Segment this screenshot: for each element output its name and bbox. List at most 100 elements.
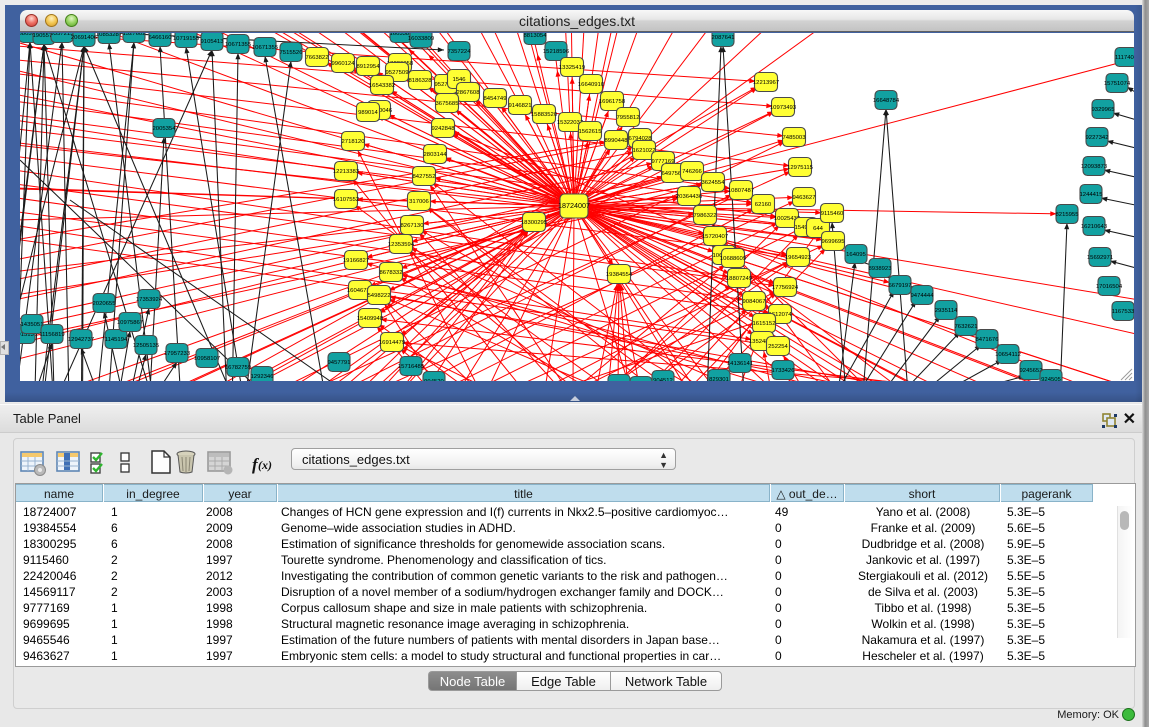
svg-text:1167533: 1167533	[1112, 309, 1134, 315]
svg-text:904512: 904512	[653, 378, 673, 381]
svg-text:7955812: 7955812	[617, 115, 640, 121]
svg-text:18300295: 18300295	[521, 220, 548, 226]
svg-text:2718120: 2718120	[342, 139, 366, 145]
svg-text:12942737: 12942737	[68, 337, 94, 343]
svg-text:1244415: 1244415	[1080, 192, 1104, 198]
svg-text:15883520: 15883520	[531, 112, 558, 118]
svg-text:62160: 62160	[755, 202, 772, 208]
svg-text:9474444: 9474444	[911, 293, 935, 299]
svg-text:16648784: 16648784	[873, 98, 900, 104]
svg-text:7663822: 7663822	[306, 55, 329, 61]
svg-text:6466160: 6466160	[149, 35, 173, 41]
svg-text:7986322: 7986322	[694, 213, 717, 219]
svg-text:18724007: 18724007	[558, 201, 590, 210]
svg-text:8813054: 8813054	[524, 33, 548, 39]
svg-text:7485003: 7485003	[783, 135, 807, 141]
svg-text:1546: 1546	[452, 77, 466, 83]
svg-text:9105413: 9105413	[201, 39, 225, 45]
svg-text:15720407: 15720407	[702, 234, 728, 240]
svg-text:17756924: 17756924	[772, 285, 799, 291]
svg-text:10671355: 10671355	[225, 42, 252, 48]
svg-text:16961758: 16961758	[599, 99, 626, 105]
svg-text:10973493: 10973493	[770, 105, 797, 111]
svg-text:9227342: 9227342	[1086, 135, 1109, 141]
svg-text:5498222: 5498222	[368, 293, 391, 299]
svg-text:10671355: 10671355	[252, 45, 279, 51]
svg-text:16640910: 16640910	[578, 82, 605, 88]
svg-text:11156819: 11156819	[39, 332, 64, 338]
svg-text:994520: 994520	[424, 379, 444, 381]
svg-text:9960124: 9960124	[332, 61, 356, 67]
svg-text:10719155: 10719155	[173, 36, 200, 42]
svg-text:8454749: 8454749	[484, 96, 507, 102]
svg-text:16914479: 16914479	[379, 340, 405, 346]
svg-text:12213967: 12213967	[753, 80, 779, 86]
svg-text:9084067: 9084067	[743, 299, 766, 305]
svg-text:9245652: 9245652	[1020, 368, 1043, 374]
svg-text:252254: 252254	[768, 344, 788, 350]
svg-text:1435051: 1435051	[21, 322, 44, 328]
svg-text:10807487: 10807487	[728, 188, 754, 194]
svg-text:3675685: 3675685	[436, 101, 460, 107]
svg-text:9699695: 9699695	[822, 239, 846, 245]
svg-text:10958107: 10958107	[194, 356, 220, 362]
svg-text:8186328: 8186328	[409, 78, 433, 84]
svg-text:924505: 924505	[1041, 377, 1061, 381]
svg-text:17016504: 17016504	[1096, 284, 1123, 290]
svg-text:7515526: 7515526	[280, 50, 304, 56]
svg-text:164095: 164095	[846, 252, 866, 258]
svg-text:8215955: 8215955	[1056, 212, 1080, 218]
svg-text:317006: 317006	[409, 199, 429, 205]
svg-text:15751074: 15751074	[1104, 81, 1131, 87]
svg-text:9527509: 9527509	[386, 70, 409, 76]
svg-text:15716485: 15716485	[398, 364, 425, 370]
svg-text:9457791: 9457791	[328, 360, 351, 366]
svg-text:(x): (x)	[258, 458, 272, 472]
svg-text:12093873: 12093873	[1081, 164, 1108, 170]
svg-text:15692971: 15692971	[1087, 255, 1113, 261]
svg-text:12213383: 12213383	[333, 169, 360, 175]
svg-text:16033809: 16033809	[408, 36, 434, 42]
svg-text:19384554: 19384554	[606, 272, 633, 278]
svg-text:1292346: 1292346	[251, 374, 275, 380]
svg-text:9242848: 9242848	[432, 126, 456, 132]
svg-text:13325419: 13325419	[559, 65, 585, 71]
svg-text:16107552: 16107552	[333, 197, 359, 203]
svg-text:2087641: 2087641	[712, 35, 735, 41]
svg-text:3624554: 3624554	[702, 180, 726, 186]
svg-text:12505135: 12505135	[133, 343, 160, 349]
svg-text:8990448: 8990448	[605, 138, 629, 144]
svg-text:2803144: 2803144	[424, 152, 448, 158]
svg-text:15218596: 15218596	[543, 49, 570, 55]
svg-text:16782759: 16782759	[225, 365, 251, 371]
svg-text:17353924: 17353924	[136, 297, 163, 303]
svg-text:18807249: 18807249	[726, 276, 752, 282]
svg-text:2020655: 2020655	[93, 301, 117, 307]
svg-text:1562615: 1562615	[579, 129, 603, 135]
svg-text:10975867: 10975867	[117, 320, 143, 326]
svg-text:8267130: 8267130	[401, 223, 425, 229]
svg-text:15409948: 15409948	[357, 316, 384, 322]
svg-text:16543382: 16543382	[369, 83, 395, 89]
svg-text:8427552: 8427552	[413, 174, 436, 180]
svg-text:9146821: 9146821	[509, 103, 532, 109]
svg-text:20364436: 20364436	[676, 194, 703, 200]
svg-text:2935114: 2935114	[935, 308, 958, 314]
svg-text:12975115: 12975115	[787, 165, 813, 171]
svg-text:2005354: 2005354	[153, 126, 177, 132]
svg-text:1615152: 1615152	[753, 321, 776, 327]
svg-text:829301: 829301	[709, 377, 729, 381]
svg-text:16210643: 16210643	[1081, 224, 1108, 230]
svg-text:2867608: 2867608	[457, 90, 481, 96]
svg-text:10688609: 10688609	[720, 256, 746, 262]
svg-text:20691406: 20691406	[71, 35, 98, 41]
svg-text:644: 644	[813, 226, 824, 232]
svg-text:8678332: 8678332	[380, 270, 403, 276]
svg-text:12353594: 12353594	[388, 242, 415, 248]
svg-text:7357224: 7357224	[448, 49, 472, 55]
svg-text:9463627: 9463627	[793, 195, 816, 201]
svg-text:1145194: 1145194	[105, 337, 128, 343]
svg-text:17957233: 17957233	[164, 351, 191, 357]
svg-text:14136141: 14136141	[727, 361, 753, 367]
svg-text:19654923: 19654923	[785, 255, 812, 261]
